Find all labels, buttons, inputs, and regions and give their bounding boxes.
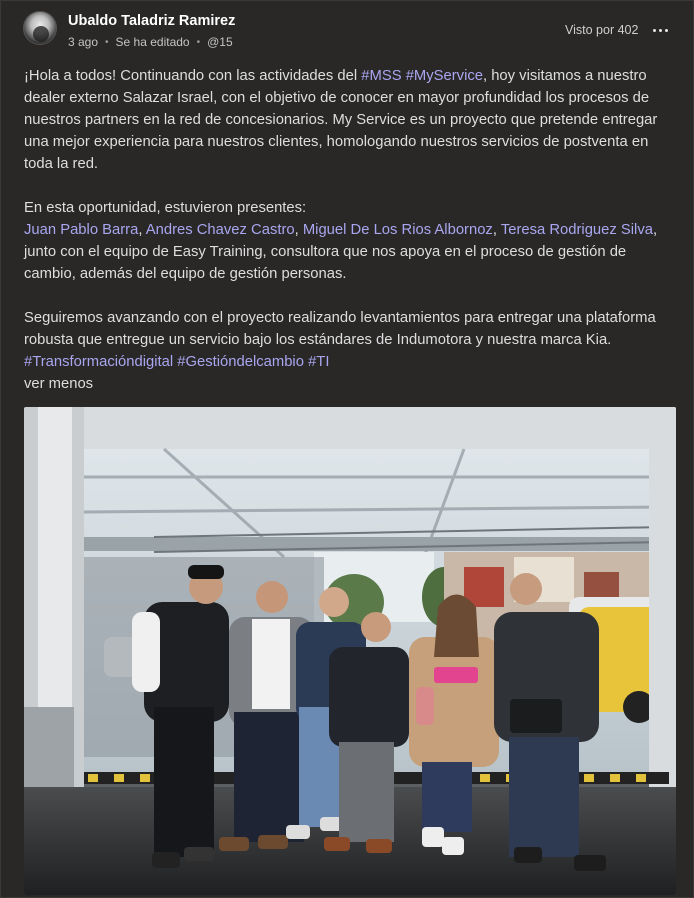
hashtag-myservice[interactable]: #MyService — [406, 68, 483, 84]
mention-count[interactable]: @15 — [207, 35, 233, 49]
hashtag-ti[interactable]: #TI — [308, 354, 329, 370]
mention-juan-pablo-barra[interactable]: Juan Pablo Barra — [24, 222, 138, 238]
edited-label: Se ha editado — [115, 35, 190, 49]
hashtag-transformaciondigital[interactable]: #Transformacióndigital — [24, 354, 173, 370]
hashtag-mss[interactable]: #MSS — [361, 68, 401, 84]
paragraph-attendees: En esta oportunidad, estuvieron presente… — [24, 197, 674, 285]
text-span: , — [138, 222, 146, 238]
text-span: , — [294, 222, 303, 238]
paragraph-closing: Seguiremos avanzando con el proyecto rea… — [24, 307, 674, 373]
mention-miguel-de-los-rios-albornoz[interactable]: Miguel De Los Rios Albornoz — [303, 222, 493, 238]
see-less-link[interactable]: ver menos — [24, 373, 674, 395]
separator-dot: • — [196, 36, 201, 48]
text-span: En esta oportunidad, estuvieron presente… — [24, 200, 307, 216]
text-span: , — [492, 222, 501, 238]
group-photo-illustration — [24, 407, 676, 895]
post-card: Ubaldo Taladriz Ramirez 3 ago • Se ha ed… — [0, 0, 694, 898]
post-body: ¡Hola a todos! Continuando con las activ… — [24, 65, 674, 395]
text-span: ¡Hola a todos! Continuando con las activ… — [24, 68, 362, 84]
mention-andres-chavez-castro[interactable]: Andres Chavez Castro — [146, 222, 295, 238]
mention-teresa-rodriguez-silva[interactable]: Teresa Rodriguez Silva — [501, 222, 653, 238]
seen-by-count[interactable]: Visto por 402 — [565, 23, 638, 37]
post-photo[interactable] — [24, 407, 676, 895]
text-span: Seguiremos avanzando con el proyecto rea… — [24, 310, 656, 348]
post-time: 3 ago — [68, 35, 99, 49]
post-meta: 3 ago • Se ha editado • @15 — [68, 35, 233, 49]
more-options-icon[interactable] — [647, 19, 673, 41]
paragraph-intro: ¡Hola a todos! Continuando con las activ… — [24, 65, 674, 175]
author-name[interactable]: Ubaldo Taladriz Ramirez — [68, 13, 235, 29]
hashtag-gestiondelcambio[interactable]: #Gestióndelcambio — [177, 354, 304, 370]
author-avatar[interactable] — [23, 11, 57, 45]
separator-dot: • — [105, 36, 109, 48]
